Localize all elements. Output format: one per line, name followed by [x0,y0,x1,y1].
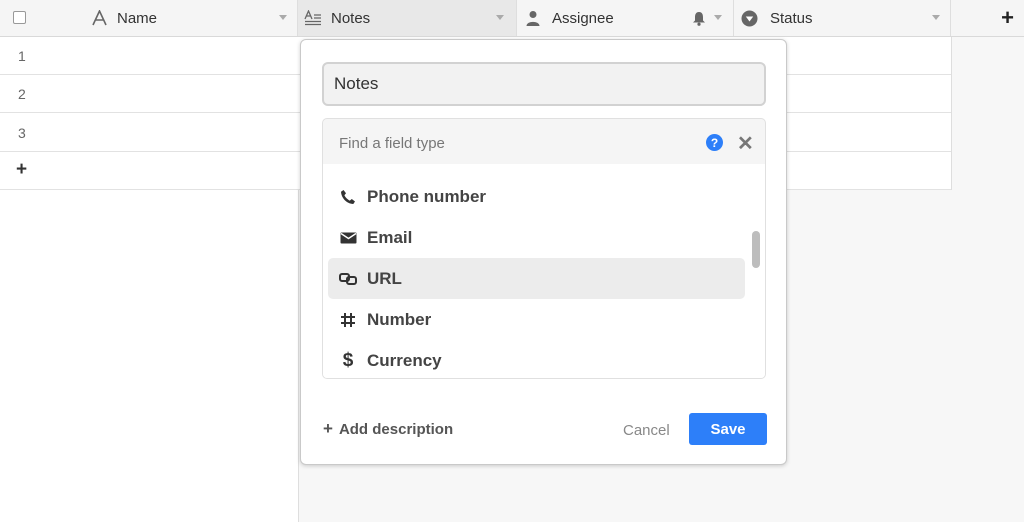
plus-icon: + [323,419,333,438]
row-number: 2 [18,86,26,102]
column-label-notes: Notes [331,10,371,27]
close-icon[interactable]: ✕ [737,131,754,156]
field-type-label: Currency [367,350,442,370]
field-type-list: Phone number Email URL Number $ Currency [323,164,765,378]
field-type-label: Number [367,309,432,329]
email-icon [338,232,358,244]
column-label-name: Name [117,10,158,27]
status-icon [740,9,758,27]
link-icon [338,272,358,286]
person-icon [524,9,542,27]
help-icon[interactable]: ? [706,134,723,151]
type-list-scrollbar[interactable] [752,231,760,268]
field-type-label: URL [367,268,402,288]
field-type-number[interactable]: Number [328,299,745,340]
field-config-dialog: Notes Find a field type ? ✕ Phone number… [300,39,787,465]
dollar-icon: $ [342,349,354,371]
chevron-down-icon[interactable] [932,15,940,20]
chevron-down-icon[interactable] [279,15,287,20]
select-all-checkbox[interactable] [13,11,26,24]
field-type-phone-number[interactable]: Phone number [328,176,745,217]
long-text-icon [304,9,322,27]
bell-icon[interactable] [690,9,708,27]
field-type-label: Email [367,227,413,247]
save-button[interactable]: Save [689,413,767,445]
field-type-label: Phone number [367,186,487,206]
column-label-status: Status [770,10,813,27]
add-description-label: Add description [338,420,454,438]
chevron-down-icon[interactable] [496,15,504,20]
row-number: 3 [18,125,26,141]
field-type-url[interactable]: URL [328,258,745,299]
cancel-button[interactable]: Cancel [623,422,670,439]
row-number: 1 [18,48,26,64]
status-column-header[interactable]: Status [734,0,951,36]
field-type-search-input[interactable]: Find a field type [339,135,445,152]
chevron-down-icon[interactable] [714,15,722,20]
field-type-panel: Find a field type ? ✕ Phone number Email [322,118,766,379]
notes-column-header[interactable]: Notes [298,0,517,36]
phone-icon [338,189,358,205]
name-column-header[interactable]: Name [0,0,298,36]
field-type-currency[interactable]: $ Currency [328,340,745,378]
hash-icon [338,312,358,328]
field-type-email[interactable]: Email [328,217,745,258]
add-row-button[interactable]: + [16,159,27,181]
text-icon [90,9,108,27]
add-column-button[interactable]: + [951,0,1024,36]
grid-header: Name Notes Assignee Status + [0,0,1024,37]
field-name-input[interactable]: Notes [322,62,766,106]
add-description-button[interactable]: + Add description [323,419,453,439]
column-label-assignee: Assignee [552,10,614,27]
assignee-column-header[interactable]: Assignee [517,0,734,36]
